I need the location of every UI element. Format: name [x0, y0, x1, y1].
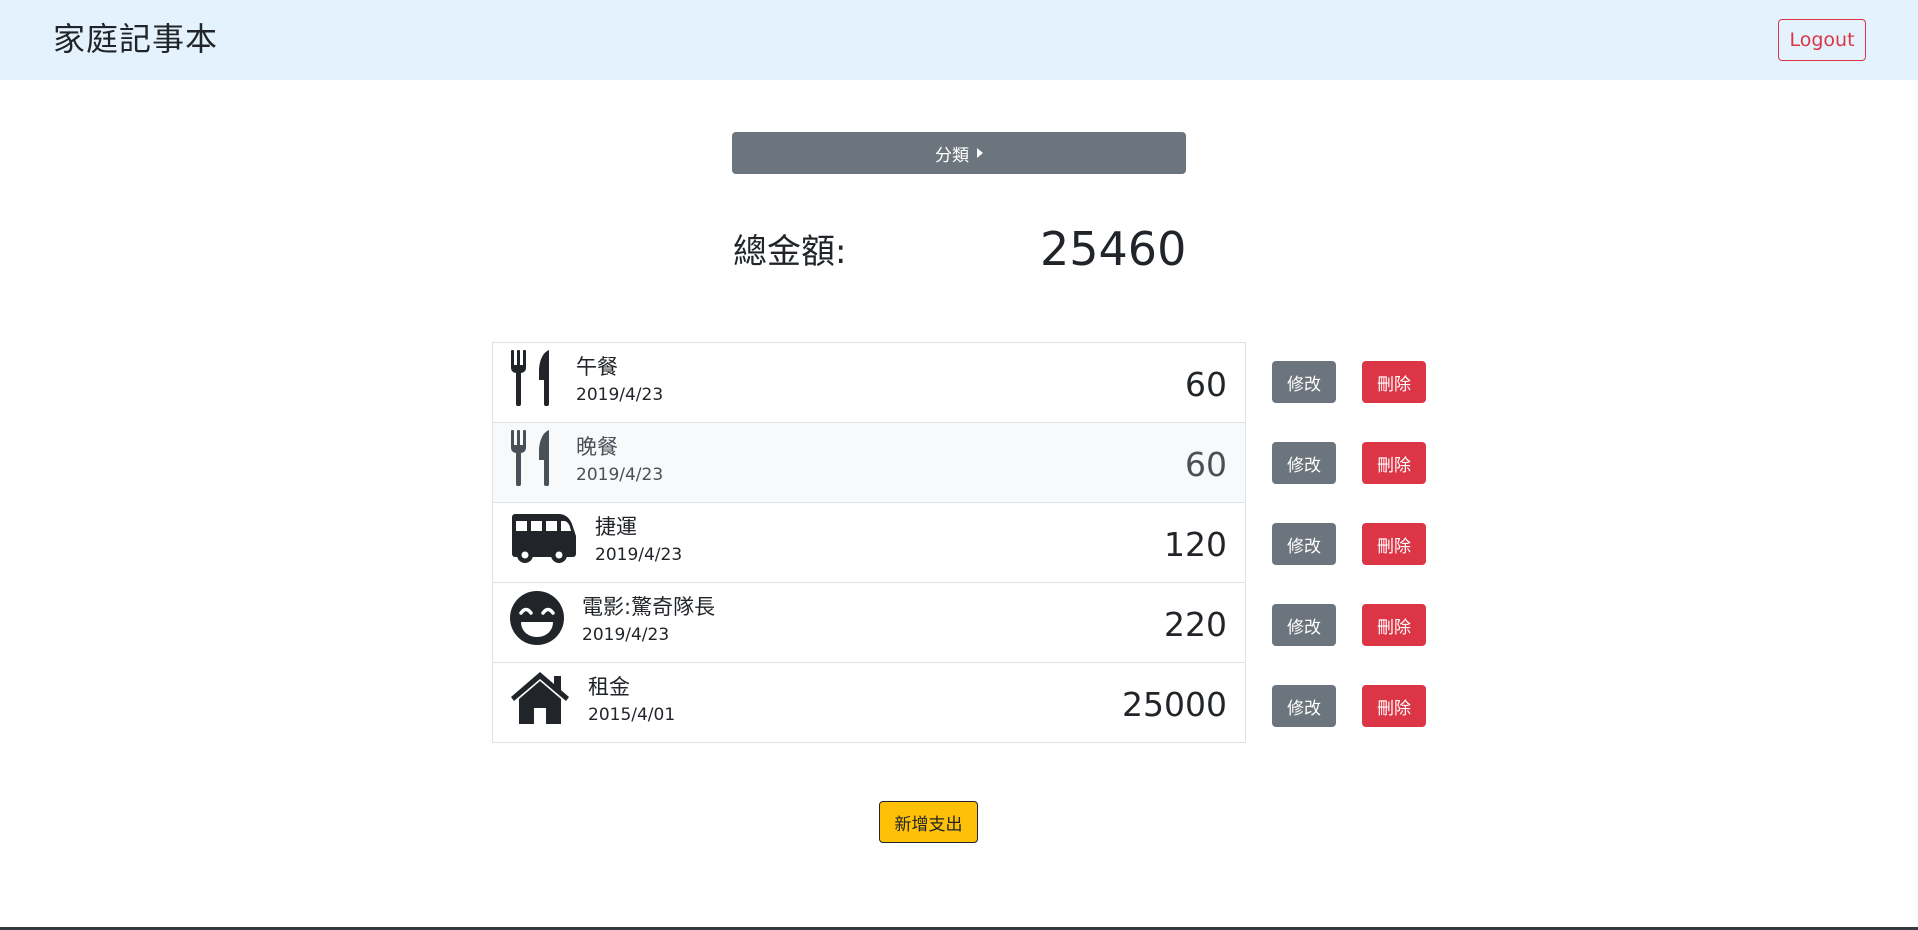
utensils-icon [509, 430, 565, 487]
expense-row: 電影:驚奇隊長 2019/4/23 220 [492, 582, 1246, 663]
grin-face-icon [509, 590, 565, 646]
home-icon [509, 670, 569, 726]
total-label: 總金額: [733, 232, 847, 272]
expense-date: 2019/4/23 [576, 465, 664, 485]
expense-amount: 25000 [1122, 685, 1227, 724]
navbar: 家庭記事本 Logout [0, 0, 1918, 80]
expense-name: 晚餐 [576, 435, 618, 459]
row-action-group: 修改 刪除 [1272, 361, 1442, 403]
delete-button[interactable]: 刪除 [1362, 604, 1426, 646]
category-button-label: 分類 [935, 145, 969, 166]
expense-name: 捷運 [595, 515, 637, 539]
expense-date: 2019/4/23 [576, 385, 664, 405]
expense-name: 午餐 [576, 355, 618, 379]
expense-amount: 120 [1164, 525, 1227, 564]
expense-row: 租金 2015/4/01 25000 [492, 662, 1246, 743]
category-dropdown-button[interactable]: 分類 [732, 132, 1186, 174]
expense-list: 午餐 2019/4/23 60 晚餐 2019/4/23 60 捷運 2019/… [492, 342, 1246, 743]
delete-button[interactable]: 刪除 [1362, 361, 1426, 403]
row-action-group: 修改 刪除 [1272, 523, 1442, 565]
row-action-group: 修改 刪除 [1272, 442, 1442, 484]
add-expense-button[interactable]: 新增支出 [879, 801, 978, 843]
edit-button[interactable]: 修改 [1272, 361, 1336, 403]
row-action-group: 修改 刪除 [1272, 604, 1442, 646]
row-action-group: 修改 刪除 [1272, 685, 1442, 727]
edit-button[interactable]: 修改 [1272, 523, 1336, 565]
expense-amount: 220 [1164, 605, 1227, 644]
expense-row: 捷運 2019/4/23 120 [492, 502, 1246, 583]
expense-row: 晚餐 2019/4/23 60 [492, 422, 1246, 503]
caret-right-icon [977, 148, 983, 158]
expense-date: 2019/4/23 [582, 625, 670, 645]
expense-name: 租金 [588, 675, 630, 699]
edit-button[interactable]: 修改 [1272, 604, 1336, 646]
delete-button[interactable]: 刪除 [1362, 442, 1426, 484]
delete-button[interactable]: 刪除 [1362, 523, 1426, 565]
utensils-icon [509, 350, 565, 407]
edit-button[interactable]: 修改 [1272, 442, 1336, 484]
expense-row: 午餐 2019/4/23 60 [492, 342, 1246, 423]
expense-date: 2019/4/23 [595, 545, 683, 565]
total-amount: 25460 [1040, 222, 1187, 276]
edit-button[interactable]: 修改 [1272, 685, 1336, 727]
app-title[interactable]: 家庭記事本 [53, 14, 218, 60]
expense-date: 2015/4/01 [588, 705, 676, 725]
delete-button[interactable]: 刪除 [1362, 685, 1426, 727]
expense-name: 電影:驚奇隊長 [582, 595, 716, 619]
bus-icon [509, 510, 576, 566]
expense-amount: 60 [1185, 445, 1227, 484]
logout-button[interactable]: Logout [1778, 19, 1866, 61]
expense-amount: 60 [1185, 365, 1227, 404]
